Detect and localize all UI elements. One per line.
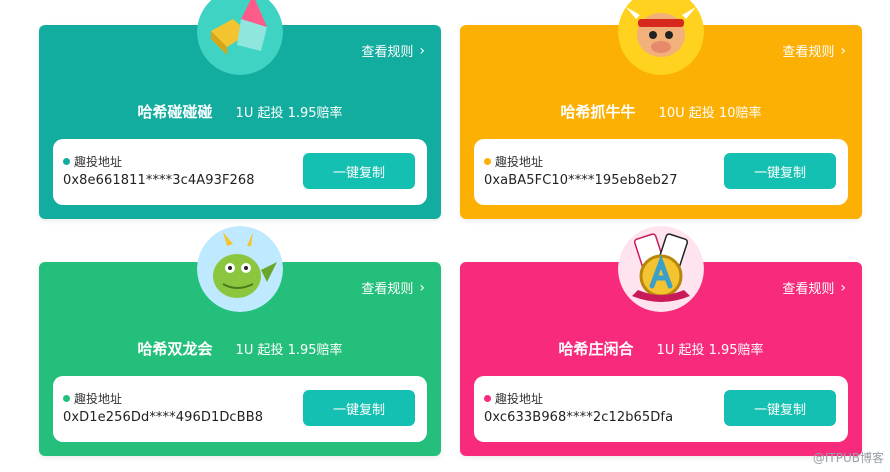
address-panel: 趣投地址 0x8e661811****3c4A93F268 一键复制 (53, 139, 427, 205)
game-card-zhuangxianhe: 查看规则 › 哈希庄闲合 1U 起投 1.95赔率 趣投地址 0xc633B96… (460, 226, 862, 456)
game-name: 哈希抓牛牛 (560, 103, 636, 121)
address-panel: 趣投地址 0xaBA5FC10****195eb8eb27 一键复制 (474, 139, 848, 205)
view-rules-label: 查看规则 (782, 45, 835, 60)
address-label-row: 趣投地址 (63, 390, 122, 407)
address-label-row: 趣投地址 (63, 153, 122, 170)
game-name: 哈希双龙会 (137, 340, 213, 358)
game-name: 哈希庄闲合 (558, 340, 634, 358)
game-meta: 1U 起投 1.95赔率 (235, 343, 343, 358)
address-panel: 趣投地址 0xc633B968****2c12b65Dfa 一键复制 (474, 376, 848, 442)
copy-button[interactable]: 一键复制 (724, 390, 836, 426)
copy-button[interactable]: 一键复制 (724, 153, 836, 189)
dot-icon (63, 395, 70, 402)
view-rules-link[interactable]: 查看规则 › (782, 278, 846, 298)
game-name: 哈希碰碰碰 (137, 103, 213, 121)
game-card-shuanglonghui: 查看规则 › 哈希双龙会 1U 起投 1.95赔率 趣投地址 0xD1e256D… (39, 226, 441, 456)
game-meta: 1U 起投 1.95赔率 (656, 343, 764, 358)
game-meta: 10U 起投 10赔率 (658, 106, 762, 121)
address-label: 趣投地址 (495, 155, 544, 169)
address-panel: 趣投地址 0xD1e256Dd****496D1DcBB8 一键复制 (53, 376, 427, 442)
dot-icon (484, 158, 491, 165)
copy-button[interactable]: 一键复制 (303, 390, 415, 426)
address-label-row: 趣投地址 (484, 153, 543, 170)
chevron-right-icon: › (840, 42, 846, 59)
view-rules-link[interactable]: 查看规则 › (782, 41, 846, 61)
game-title-row: 哈希庄闲合 1U 起投 1.95赔率 (460, 338, 862, 359)
game-card-zhuaniuniu: 查看规则 › 哈希抓牛牛 10U 起投 10赔率 趣投地址 0xaBA5FC10… (460, 0, 862, 219)
view-rules-link[interactable]: 查看规则 › (361, 278, 425, 298)
view-rules-link[interactable]: 查看规则 › (361, 41, 425, 61)
bet-address: 0xD1e256Dd****496D1DcBB8 (63, 410, 264, 425)
watermark: @ITPUB博客 (812, 451, 884, 465)
dragon-icon (197, 226, 283, 312)
dot-icon (63, 158, 70, 165)
card-a-icon (618, 226, 704, 312)
game-title-row: 哈希抓牛牛 10U 起投 10赔率 (460, 101, 862, 122)
bull-icon (618, 0, 704, 75)
chevron-right-icon: › (419, 42, 425, 59)
bet-address: 0xaBA5FC10****195eb8eb27 (484, 173, 678, 188)
address-label: 趣投地址 (495, 392, 544, 406)
game-card-pengpengpeng: 查看规则 › 哈希碰碰碰 1U 起投 1.95赔率 趣投地址 0x8e66181… (39, 0, 441, 219)
view-rules-label: 查看规则 (361, 45, 414, 60)
game-title-row: 哈希碰碰碰 1U 起投 1.95赔率 (39, 101, 441, 122)
bet-address: 0x8e661811****3c4A93F268 (63, 173, 255, 188)
view-rules-label: 查看规则 (782, 282, 835, 297)
bet-address: 0xc633B968****2c12b65Dfa (484, 410, 674, 425)
blocks-icon (197, 0, 283, 75)
view-rules-label: 查看规则 (361, 282, 414, 297)
address-label-row: 趣投地址 (484, 390, 543, 407)
dot-icon (484, 395, 491, 402)
address-label: 趣投地址 (74, 155, 123, 169)
address-label: 趣投地址 (74, 392, 123, 406)
copy-button[interactable]: 一键复制 (303, 153, 415, 189)
chevron-right-icon: › (840, 279, 846, 296)
chevron-right-icon: › (419, 279, 425, 296)
game-title-row: 哈希双龙会 1U 起投 1.95赔率 (39, 338, 441, 359)
game-meta: 1U 起投 1.95赔率 (235, 106, 343, 121)
